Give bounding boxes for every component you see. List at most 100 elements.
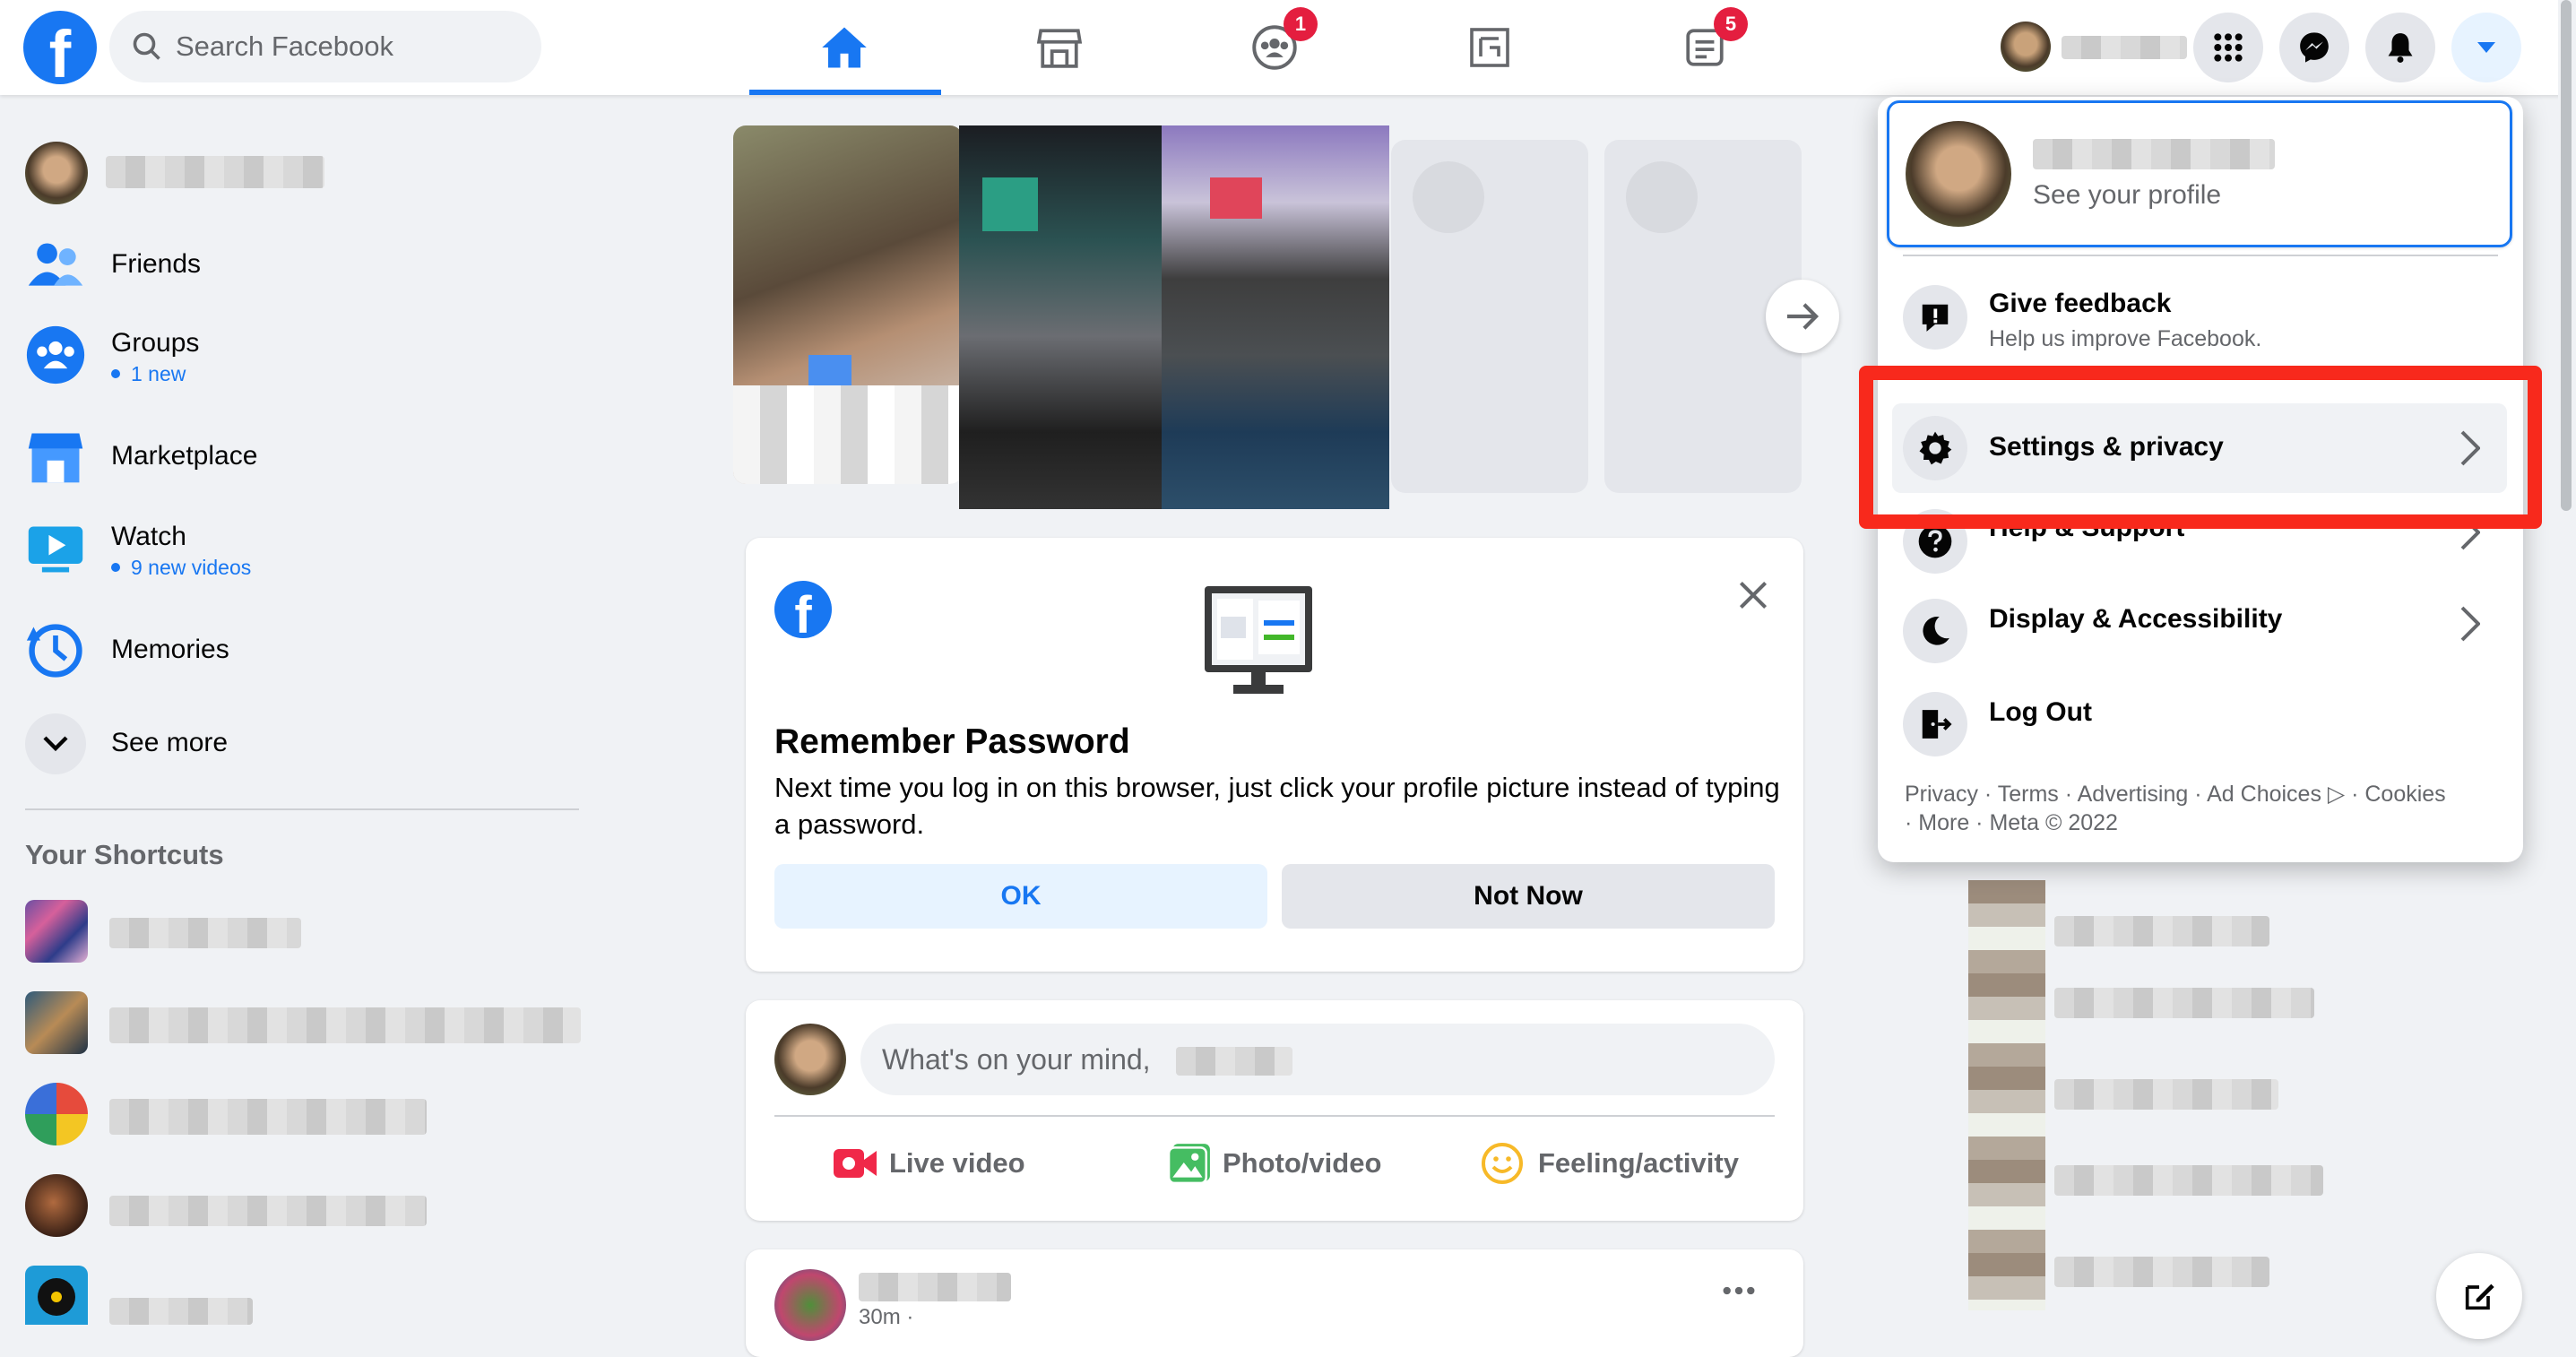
scrollbar-track[interactable] — [2558, 0, 2576, 1325]
chevron-right-icon — [2460, 606, 2480, 642]
live-video-button[interactable]: Live video — [832, 1135, 1065, 1196]
shortcut-name-blurred — [109, 1099, 427, 1135]
sidebar-item-label: See more — [111, 728, 229, 757]
shortcut-item[interactable] — [25, 1266, 581, 1325]
facebook-logo[interactable]: f — [23, 11, 97, 84]
close-button[interactable] — [1728, 570, 1778, 620]
notifications-button[interactable] — [2365, 13, 2435, 82]
photo-video-label: Photo/video — [1223, 1147, 1382, 1179]
sidebar-item-marketplace[interactable]: Marketplace — [25, 421, 581, 493]
footer-links-line1[interactable]: Privacy · Terms · Advertising · Ad Choic… — [1905, 780, 2514, 808]
post-options-button[interactable] — [1714, 1273, 1764, 1309]
tab-groups[interactable]: 1 — [1230, 7, 1319, 79]
chevron-right-icon — [2460, 430, 2480, 466]
news-badge: 5 — [1714, 7, 1748, 41]
sidebar-item-watch[interactable]: Watch 9 new videos — [25, 513, 581, 584]
shortcut-item[interactable] — [25, 900, 581, 968]
groups-badge: 1 — [1284, 7, 1318, 41]
contacts-pixel — [1968, 880, 2045, 1310]
story-card[interactable] — [959, 125, 1189, 509]
search-placeholder: Search Facebook — [176, 30, 393, 62]
divider — [25, 808, 579, 810]
profile-name-blurred — [2033, 139, 2275, 169]
tab-news[interactable]: 5 — [1660, 7, 1750, 79]
profile-shortcut[interactable] — [2001, 18, 2200, 75]
grid-icon — [2214, 33, 2243, 62]
new-message-button[interactable] — [2436, 1253, 2522, 1339]
remember-password-card: f Remember Password Next time you log in… — [746, 538, 1803, 972]
shortcut-image — [25, 1266, 88, 1325]
gear-icon — [1903, 416, 1967, 480]
shortcut-image — [25, 991, 88, 1054]
not-now-button[interactable]: Not Now — [1282, 864, 1775, 929]
arrow-right-icon — [1787, 303, 1820, 330]
sidebar-profile[interactable] — [25, 136, 473, 208]
composer-placeholder: What's on your mind, — [882, 1043, 1151, 1076]
shortcut-name-blurred — [109, 1298, 253, 1325]
feeling-activity-button[interactable]: Feeling/activity — [1481, 1135, 1768, 1196]
divider — [1903, 255, 2498, 256]
account-button[interactable] — [2451, 13, 2521, 82]
sidebar-item-label: Marketplace — [111, 441, 258, 471]
contact-name-blurred — [2054, 916, 2269, 946]
sidebar-item-friends[interactable]: Friends — [25, 229, 581, 301]
facebook-icon: f — [774, 581, 832, 638]
tab-home[interactable] — [800, 16, 889, 79]
logout-icon — [1903, 692, 1967, 756]
computer-illustration-icon — [1205, 586, 1312, 694]
caret-down-icon — [2477, 42, 2495, 53]
live-video-icon — [834, 1149, 877, 1178]
gaming-icon — [1470, 28, 1509, 67]
shortcut-image — [25, 1174, 88, 1237]
more-dots-icon — [1723, 1286, 1755, 1295]
sidebar-item-memories[interactable]: Memories — [25, 615, 581, 687]
menu-item-log-out[interactable]: Log Out — [1903, 683, 2498, 765]
menu-button[interactable] — [2193, 13, 2263, 82]
story-placeholder — [1391, 140, 1588, 493]
composer-card: What's on your mind, Live video Photo/vi… — [746, 1000, 1803, 1221]
close-icon — [1739, 581, 1768, 609]
stories-next-button[interactable] — [1766, 280, 1839, 353]
menu-item-label: Help & Support — [1989, 513, 2185, 542]
photo-video-button[interactable]: Photo/video — [1167, 1135, 1400, 1196]
profile-card[interactable]: See your profile — [1887, 100, 2512, 247]
ok-button[interactable]: OK — [774, 864, 1267, 929]
story-card[interactable] — [1162, 125, 1389, 509]
contact-name-blurred — [2054, 988, 2314, 1018]
story-pixel — [733, 385, 963, 484]
search-icon — [133, 32, 160, 60]
menu-item-display-accessibility[interactable]: Display & Accessibility — [1903, 590, 2498, 672]
story-card[interactable] — [733, 125, 963, 484]
messenger-button[interactable] — [2279, 13, 2349, 82]
contacts-list — [1968, 880, 2345, 1325]
tab-marketplace[interactable] — [1015, 16, 1104, 79]
profile-name-blurred — [106, 156, 324, 188]
menu-item-label: Display & Accessibility — [1989, 604, 2283, 634]
composer-input[interactable]: What's on your mind, — [860, 1024, 1775, 1095]
bell-icon — [2388, 33, 2413, 63]
name-blurred — [1176, 1047, 1292, 1076]
post-author-blurred — [859, 1273, 1011, 1301]
menu-item-give-feedback[interactable]: Give feedback Help us improve Facebook. — [1903, 276, 2498, 359]
shortcut-item[interactable] — [25, 1083, 581, 1151]
tab-gaming[interactable] — [1445, 16, 1534, 79]
live-video-label: Live video — [889, 1147, 1025, 1179]
chevron-down-icon — [25, 713, 86, 774]
shortcut-name-blurred — [109, 1196, 427, 1226]
footer-links-line2[interactable]: · More · Meta © 2022 — [1905, 808, 2514, 837]
scrollbar-thumb[interactable] — [2561, 0, 2572, 511]
sidebar-item-groups[interactable]: Groups 1 new — [25, 319, 581, 391]
search-input[interactable]: Search Facebook — [109, 11, 541, 82]
help-icon — [1903, 509, 1967, 574]
divider — [774, 1115, 1775, 1117]
sidebar-see-more[interactable]: See more — [25, 708, 581, 780]
shortcuts-heading: Your Shortcuts — [25, 839, 224, 870]
post-card: 30m · — [746, 1249, 1803, 1357]
shortcut-item[interactable] — [25, 1174, 581, 1242]
compose-icon — [2465, 1284, 2494, 1310]
menu-item-settings-privacy[interactable]: Settings & privacy — [1892, 403, 2507, 493]
shortcut-item[interactable] — [25, 991, 581, 1059]
contact-name-blurred — [2054, 1079, 2278, 1110]
watch-icon — [28, 526, 83, 573]
menu-item-help-support[interactable]: Help & Support — [1903, 500, 2498, 583]
